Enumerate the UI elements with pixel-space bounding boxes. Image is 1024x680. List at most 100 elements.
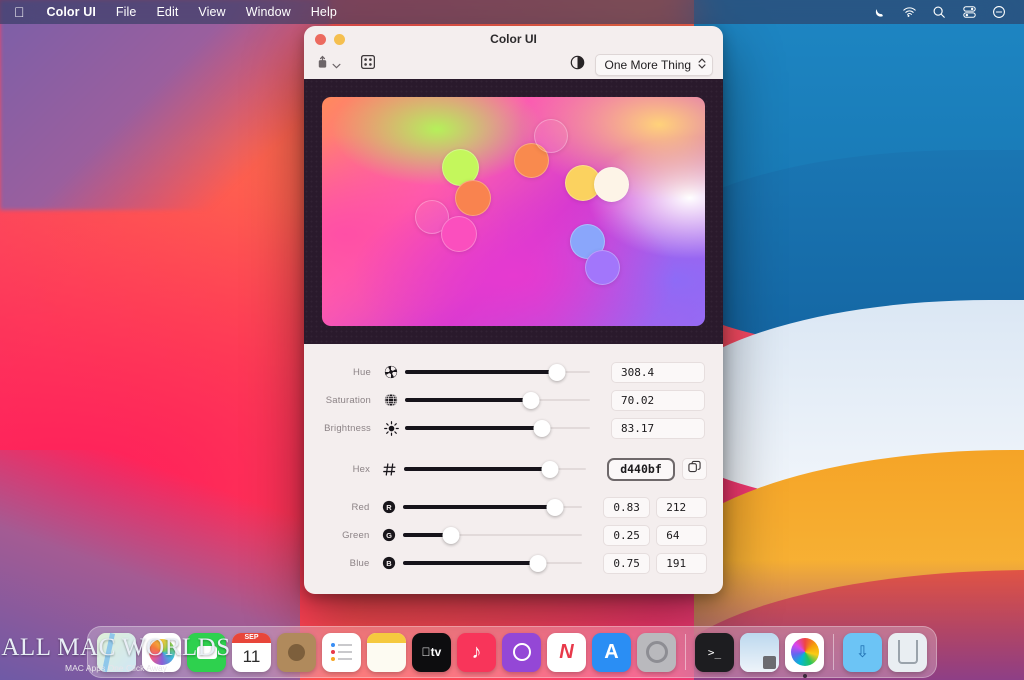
menu-item-window[interactable]: Window (236, 5, 301, 19)
hex-thumb[interactable] (541, 460, 559, 478)
svg-text:G: G (386, 531, 392, 540)
colorui-wheel-icon (790, 638, 819, 666)
news-glyph: N (559, 640, 574, 663)
dock-notes[interactable] (367, 632, 406, 672)
photos-flower-icon (148, 639, 175, 665)
appstore-glyph: A (604, 640, 619, 663)
dock-calendar[interactable]: SEP 11 (232, 632, 271, 672)
dock-podcasts[interactable] (502, 632, 541, 672)
menu-item-file[interactable]: File (106, 5, 147, 19)
moon-icon[interactable] (866, 0, 892, 24)
dock-news[interactable]: N (547, 632, 586, 672)
red-slider[interactable] (402, 497, 583, 517)
menu-item-view[interactable]: View (188, 5, 235, 19)
hue-thumb[interactable] (548, 363, 566, 381)
notes-pad-icon (367, 632, 406, 672)
dock-appstore[interactable]: A (592, 632, 631, 672)
terminal-glyph: >_ (707, 645, 722, 659)
siri-icon[interactable] (986, 0, 1012, 24)
calendar-month: SEP (232, 632, 271, 643)
control-center-icon[interactable] (956, 0, 982, 24)
dock-colorui[interactable] (785, 632, 824, 678)
swatch-ivory[interactable] (594, 167, 629, 202)
green-byte-field[interactable]: 64 (656, 524, 708, 546)
green-slider[interactable] (402, 525, 583, 545)
dock-preview[interactable] (740, 632, 779, 672)
swatch-orange[interactable] (455, 180, 491, 216)
brightness-thumb[interactable] (533, 419, 551, 437)
menu-item-color-ui[interactable]: Color UI (37, 5, 106, 19)
blue-thumb[interactable] (529, 554, 547, 572)
color-ui-window: Color UI One More Thing Hue 308.4 Satura… (304, 26, 723, 594)
dock-reminders[interactable] (322, 632, 361, 672)
red-byte-field[interactable]: 212 (656, 496, 708, 518)
apple-logo-icon[interactable]:  (0, 5, 37, 19)
red-thumb[interactable] (546, 498, 564, 516)
sphere-grid-icon (380, 393, 402, 407)
hex-row: Hex d440bf (320, 455, 708, 483)
running-indicator (802, 673, 807, 678)
green-label: Green (342, 529, 370, 541)
red-track-fill (402, 505, 555, 509)
gradient-canvas[interactable] (322, 97, 705, 326)
hue-row: Hue 308.4 (320, 358, 707, 386)
svg-text:B: B (386, 559, 392, 568)
dock-separator (833, 634, 834, 670)
dock-terminal[interactable]: >_ (695, 632, 734, 672)
saturation-value-field[interactable]: 70.02 (611, 389, 705, 411)
dock-photos[interactable] (142, 632, 181, 672)
saturation-row: Saturation 70.02 (320, 386, 707, 414)
green-thumb[interactable] (442, 526, 460, 544)
green-row: Green G 0.25 64 (320, 521, 708, 549)
blue-track-fill (402, 561, 538, 565)
dock-maps[interactable] (97, 632, 136, 672)
saturation-slider[interactable] (405, 390, 590, 410)
saturation-thumb[interactable] (522, 391, 540, 409)
hex-slider[interactable] (403, 459, 586, 479)
menu-item-help[interactable]: Help (301, 5, 347, 19)
tv-glyph: tv (422, 645, 442, 659)
svg-text:R: R (386, 503, 392, 512)
b-badge-icon: B (378, 556, 399, 570)
swatch-magenta[interactable] (441, 216, 477, 252)
hue-slider[interactable] (405, 362, 590, 382)
dock-trash[interactable] (888, 632, 927, 672)
blue-float-field[interactable]: 0.75 (603, 552, 651, 574)
dock-sysprefs[interactable] (637, 632, 676, 672)
brightness-track-fill (405, 426, 542, 430)
preset-popup-button[interactable]: One More Thing (594, 53, 713, 76)
menu-item-edit[interactable]: Edit (146, 5, 188, 19)
dock: SEP 11 tv ♪ N A >_ ⇩ (87, 626, 937, 678)
dock-tv[interactable]: tv (412, 632, 451, 672)
wifi-icon[interactable] (896, 0, 922, 24)
grid-button[interactable] (360, 54, 376, 74)
swatch-violet[interactable] (585, 250, 620, 285)
chevron-up-down-icon (698, 57, 706, 73)
dock-facetime[interactable] (187, 632, 226, 672)
menu-bar:  Color UIFileEditViewWindowHelp (0, 0, 1024, 24)
dock-contacts[interactable] (277, 632, 316, 672)
hue-value-field[interactable]: 308.4 (611, 361, 705, 383)
sun-icon (380, 420, 402, 436)
dock-music[interactable]: ♪ (457, 632, 496, 672)
red-float-field[interactable]: 0.83 (603, 496, 651, 518)
saturation-label: Saturation (325, 394, 371, 406)
color-preview-panel (304, 79, 723, 344)
preset-popup-label: One More Thing (604, 57, 692, 72)
dock-downloads[interactable]: ⇩ (843, 632, 882, 672)
window-titlebar: Color UI (304, 26, 723, 52)
brightness-value-field[interactable]: 83.17 (611, 417, 705, 439)
reminders-list-icon (331, 643, 352, 661)
export-button[interactable] (316, 55, 341, 75)
copy-hex-button[interactable] (682, 458, 708, 480)
brightness-row: Brightness 83.17 (320, 414, 707, 442)
contrast-button[interactable] (570, 55, 585, 75)
blue-byte-field[interactable]: 191 (656, 552, 708, 574)
green-float-field[interactable]: 0.25 (603, 524, 651, 546)
brightness-slider[interactable] (405, 418, 590, 438)
hex-value-field[interactable]: d440bf (606, 457, 676, 481)
search-icon[interactable] (926, 0, 952, 24)
export-icon (316, 55, 329, 75)
blue-slider[interactable] (402, 553, 583, 573)
swatch-cream-top[interactable] (534, 119, 568, 153)
